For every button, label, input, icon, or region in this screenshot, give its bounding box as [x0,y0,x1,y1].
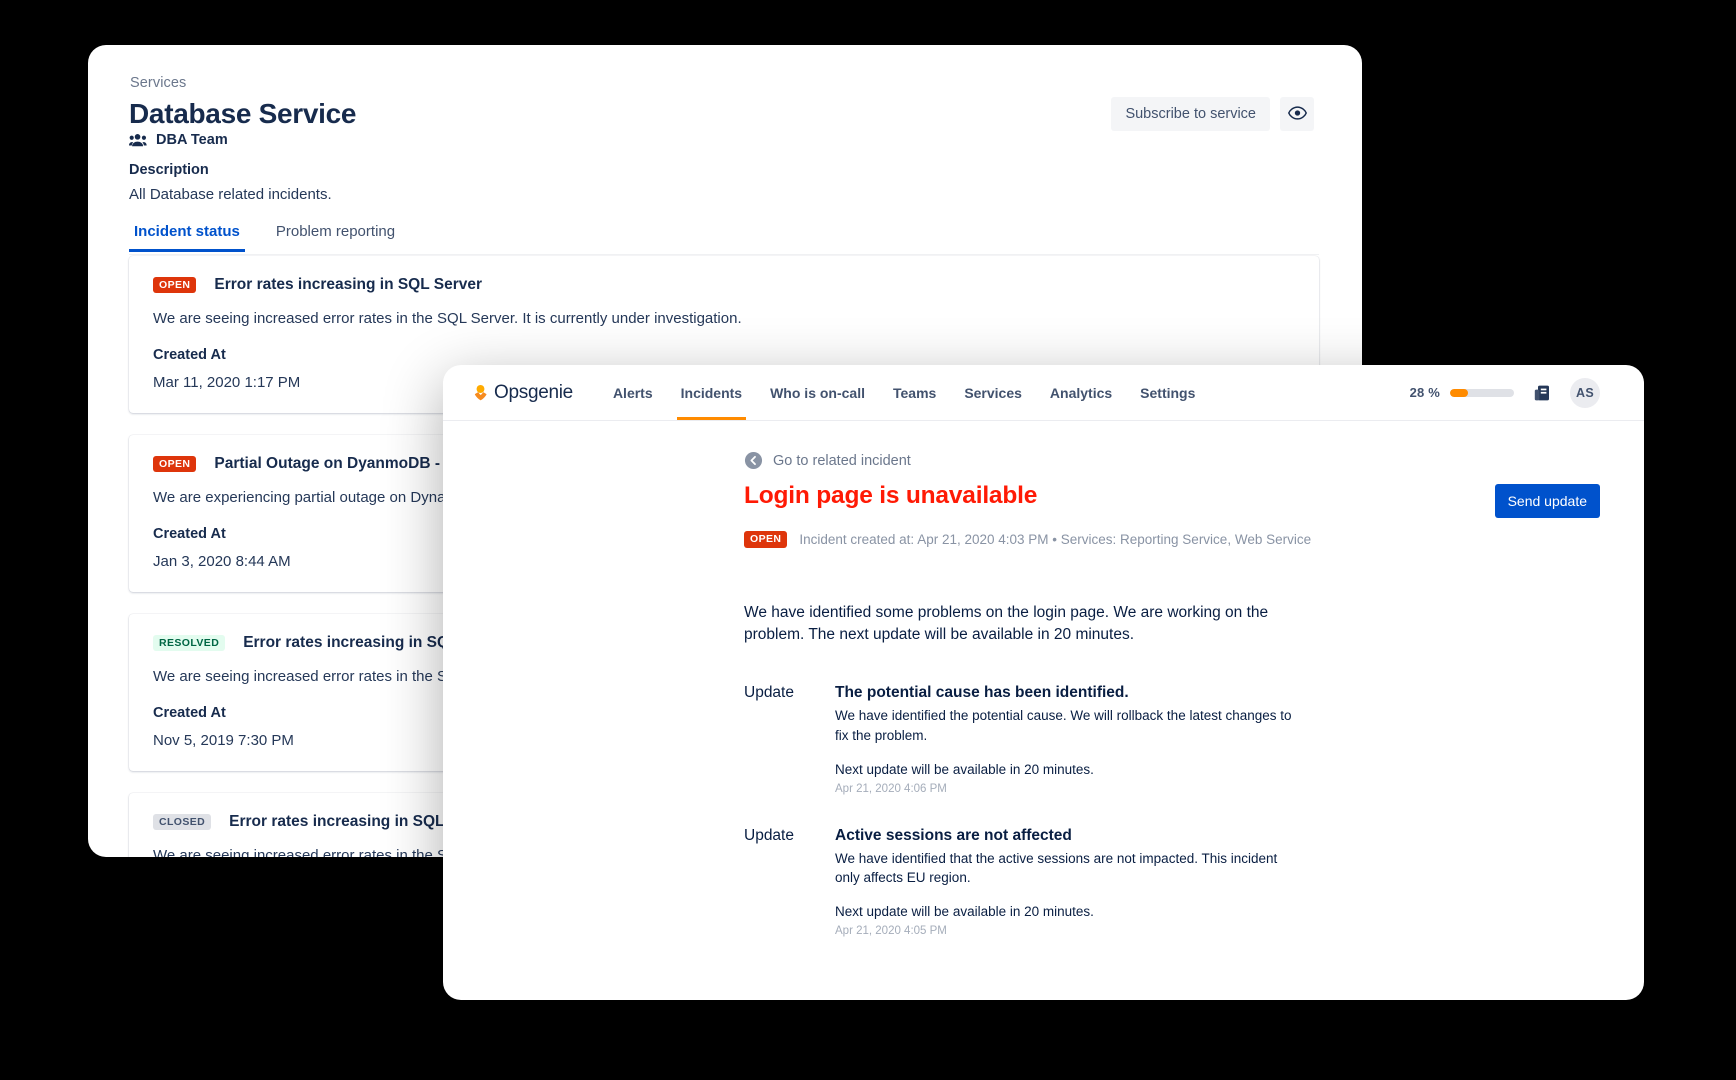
update-label: Update [744,684,794,702]
incident-summary: We have identified some problems on the … [744,603,1269,643]
service-tabs: Incident status Problem reporting [129,223,400,252]
opsgenie-brand-text: Opsgenie [494,381,573,403]
breadcrumb[interactable]: Services [130,75,186,91]
incident-meta-row: OPEN Incident created at: Apr 21, 2020 4… [744,531,1644,548]
page-title: Database Service [129,98,357,129]
incident-update: Update Active sessions are not affected … [744,827,1644,937]
incident-meta-text: Incident created at: Apr 21, 2020 4:03 P… [799,531,1312,547]
opsgenie-incident-detail: Go to related incident Login page is una… [443,421,1644,937]
nav-item-alerts[interactable]: Alerts [599,365,667,420]
update-timestamp: Apr 21, 2020 4:06 PM [835,782,947,795]
document-icon[interactable] [1532,383,1552,403]
people-icon [129,133,147,147]
update-label: Update [744,826,794,844]
incident-updates-list: Update The potential cause has been iden… [744,684,1644,937]
incident-header: OPEN Error rates increasing in SQL Serve… [153,276,1295,294]
incident-description: We are seeing increased error rates in t… [153,310,742,327]
screenshot-stage: Services Database Service DBA Team Descr… [0,0,1736,1080]
opsgenie-nav-right: 28 % AS [1410,377,1600,408]
progress-label: 28 % [1409,385,1440,400]
description-text: All Database related incidents. [129,186,332,203]
update-title: Active sessions are not affected [835,826,1072,844]
arrow-left-circle-icon [744,451,763,470]
created-at-label: Created At [153,347,226,363]
incident-title-row: Login page is unavailable Send update [744,482,1644,518]
status-badge: OPEN [744,531,788,548]
update-next-text: Next update will be available in 20 minu… [835,904,1094,920]
avatar[interactable]: AS [1570,377,1600,408]
nav-item-who-is-on-call[interactable]: Who is on-call [756,365,879,420]
go-to-related-incident-link[interactable]: Go to related incident [744,451,1644,470]
onboarding-progress[interactable]: 28 % [1410,385,1514,400]
update-text: We have identified the potential cause. … [835,708,1292,743]
nav-item-teams[interactable]: Teams [879,365,950,420]
watch-service-button[interactable] [1280,97,1314,131]
tabs-divider [129,254,1319,255]
opsgenie-logo-icon [471,383,490,402]
incident-title: Login page is unavailable [744,482,1038,509]
nav-item-settings[interactable]: Settings [1126,365,1209,420]
status-badge: OPEN [153,276,197,294]
progress-bar-fill [1450,388,1468,397]
opsgenie-window: Opsgenie Alerts Incidents Who is on-call… [443,365,1644,1000]
status-badge: OPEN [153,455,197,473]
nav-item-services[interactable]: Services [950,365,1036,420]
incident-update: Update The potential cause has been iden… [744,684,1644,794]
opsgenie-nav-menu: Alerts Incidents Who is on-call Teams Se… [599,365,1209,420]
team-name: DBA Team [156,132,228,148]
nav-item-incidents[interactable]: Incidents [667,365,756,420]
send-update-button[interactable]: Send update [1494,484,1600,518]
opsgenie-logo[interactable]: Opsgenie [471,382,573,404]
incident-title: Error rates increasing in SQL Server [214,276,482,293]
team-row: DBA Team [129,132,228,148]
subscribe-to-service-button[interactable]: Subscribe to service [1111,97,1270,131]
go-to-related-incident-label: Go to related incident [773,452,911,469]
update-text: We have identified that the active sessi… [835,850,1278,885]
progress-bar[interactable] [1450,388,1514,397]
opsgenie-navbar: Opsgenie Alerts Incidents Who is on-call… [443,365,1644,421]
nav-item-analytics[interactable]: Analytics [1036,365,1126,420]
tab-problem-reporting[interactable]: Problem reporting [271,223,400,252]
update-title: The potential cause has been identified. [835,684,1129,702]
update-timestamp: Apr 21, 2020 4:05 PM [835,925,947,938]
update-body: Active sessions are not affected We have… [835,827,1305,937]
service-actions: Subscribe to service [1111,97,1314,131]
eye-icon [1287,105,1307,123]
status-badge: RESOLVED [153,634,226,652]
status-badge: CLOSED [153,813,212,831]
tab-incident-status[interactable]: Incident status [129,223,245,252]
update-next-text: Next update will be available in 20 minu… [835,761,1094,777]
description-label: Description [129,162,209,178]
update-body: The potential cause has been identified.… [835,684,1305,794]
